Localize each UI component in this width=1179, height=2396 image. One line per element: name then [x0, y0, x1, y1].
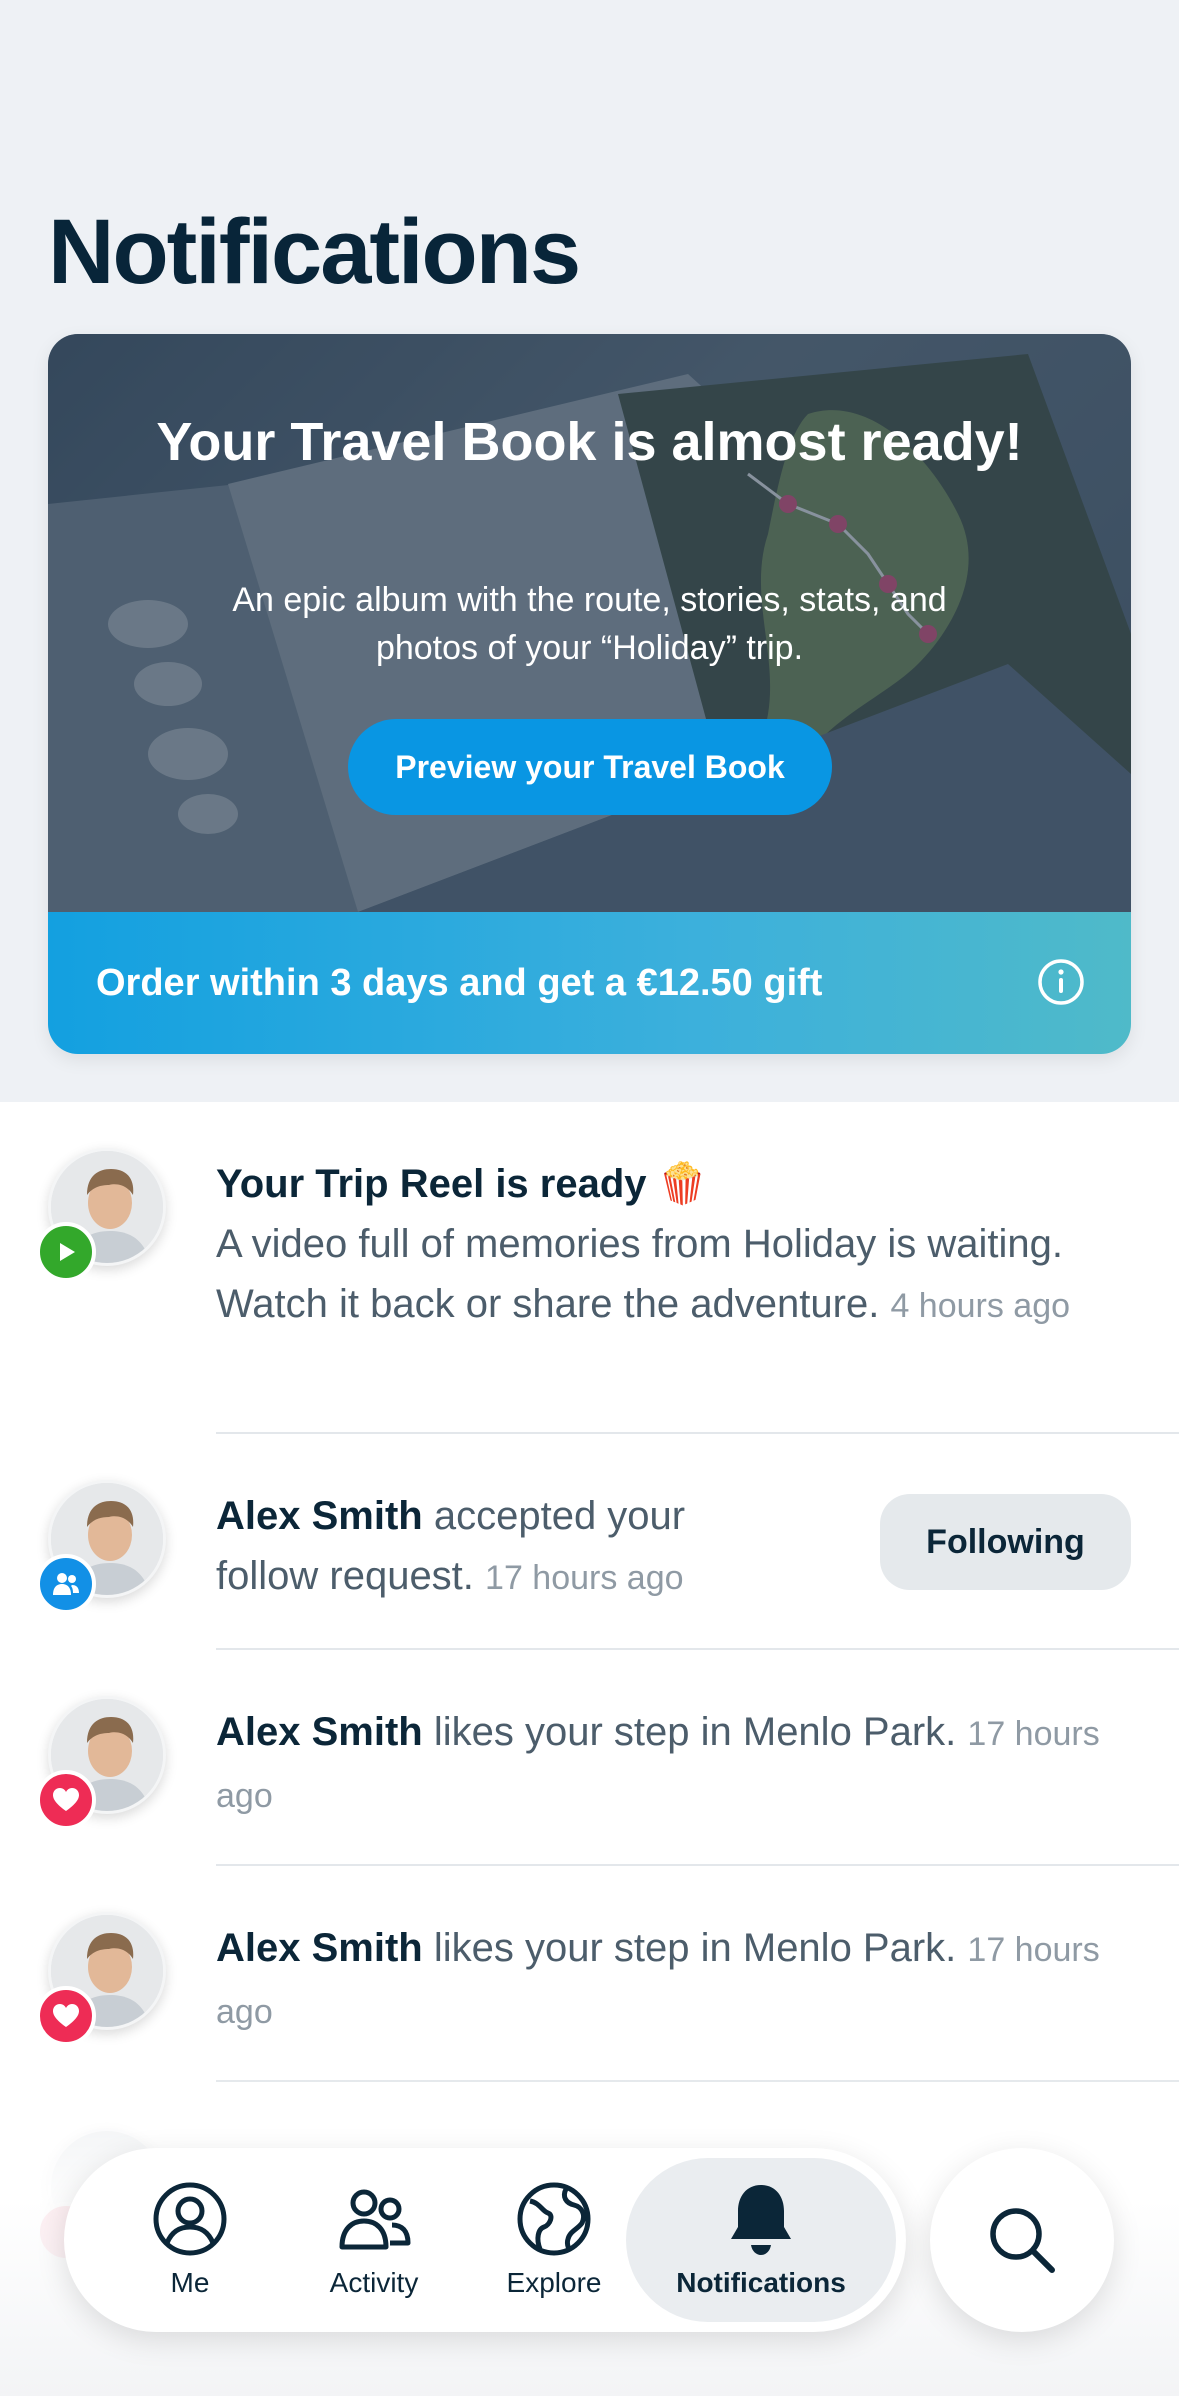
people-icon [339, 2189, 411, 2250]
tab-label: Me [170, 2267, 210, 2298]
notification-body: likes your step in Menlo Park. [433, 1926, 957, 1970]
tab-me[interactable]: Me [120, 2148, 260, 2332]
tab-activity[interactable]: Activity [294, 2148, 454, 2332]
person-icon [153, 2182, 227, 2256]
offer-text: Order within 3 days and get a €12.50 gif… [96, 961, 823, 1004]
tab-label: Notifications [676, 2267, 846, 2298]
notification-text: Alex Smith likes your step in Menlo Park… [216, 1702, 1146, 1826]
notification-time: 4 hours ago [890, 1287, 1071, 1325]
heart-icon [36, 1770, 96, 1830]
list-item[interactable]: Alex Smith likes your step in Menlo Park… [0, 1650, 1179, 1864]
heart-icon [36, 1986, 96, 2046]
list-item[interactable]: Alex Smith likes your step in Menlo Park… [0, 1866, 1179, 2080]
notification-title: Your Trip Reel is ready 🍿 [216, 1162, 708, 1206]
notification-name[interactable]: Alex Smith [216, 1926, 423, 1970]
people-icon [36, 1554, 96, 1614]
travel-book-card[interactable]: Your Travel Book is almost ready! An epi… [48, 334, 1131, 1054]
travel-book-title: Your Travel Book is almost ready! [156, 412, 1023, 472]
search-button[interactable] [930, 2148, 1114, 2332]
search-icon [990, 2208, 1055, 2273]
play-icon [36, 1222, 96, 1282]
tab-bar: Me Activity Explore Notifications [64, 2148, 906, 2332]
info-icon[interactable] [1037, 958, 1085, 1006]
notification-body: likes your step in Menlo Park. [433, 1710, 957, 1754]
bell-icon [731, 2185, 791, 2255]
notification-text: Alex Smith likes your step in Menlo Park… [216, 1918, 1146, 2042]
list-item[interactable]: Alex Smith accepted your follow request.… [0, 1434, 1179, 1648]
travel-book-offer[interactable]: Order within 3 days and get a €12.50 gif… [48, 912, 1131, 1054]
tab-label: Explore [506, 2267, 602, 2298]
notification-text: Your Trip Reel is ready 🍿 A video full o… [216, 1154, 1146, 1336]
tab-explore[interactable]: Explore [484, 2148, 624, 2332]
travel-book-subtitle: An epic album with the route, stories, s… [232, 581, 947, 667]
tab-notifications[interactable]: Notifications [626, 2158, 896, 2322]
notification-time: 17 hours ago [485, 1559, 684, 1597]
following-button[interactable]: Following [880, 1494, 1131, 1590]
notification-name[interactable]: Alex Smith [216, 1494, 423, 1538]
notification-name[interactable]: Alex Smith [216, 1710, 423, 1754]
preview-travel-book-button[interactable]: Preview your Travel Book [348, 719, 832, 815]
list-item[interactable]: Your Trip Reel is ready 🍿 A video full o… [0, 1102, 1179, 1432]
globe-icon [517, 2182, 591, 2256]
notification-text: Alex Smith accepted your follow request.… [216, 1486, 736, 1608]
page-title: Notifications [48, 201, 581, 303]
tab-label: Activity [329, 2267, 419, 2298]
travel-book-hero: Your Travel Book is almost ready! An epi… [48, 334, 1131, 912]
